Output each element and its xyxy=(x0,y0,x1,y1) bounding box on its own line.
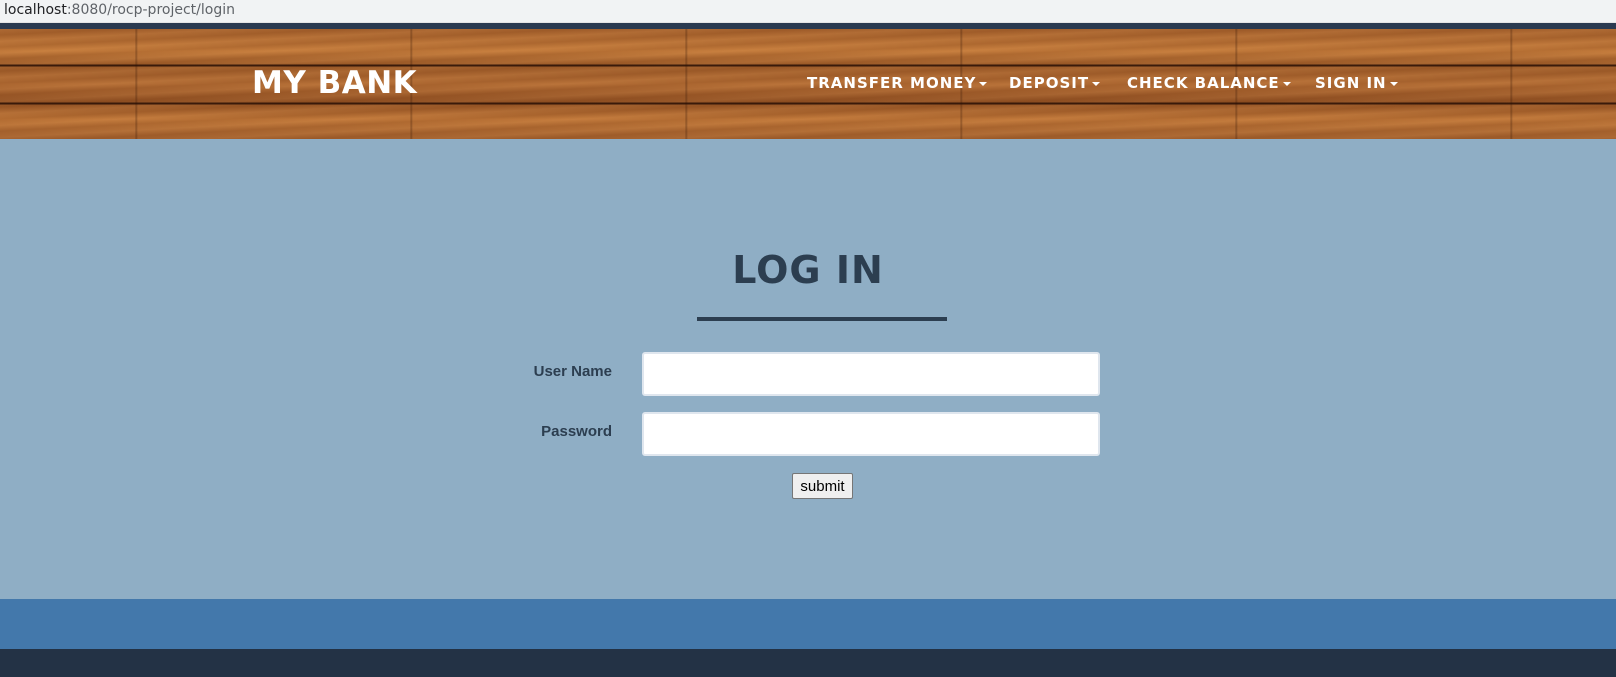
address-bar[interactable]: localhost:8080/rocp-project/login xyxy=(0,0,1616,23)
username-input[interactable] xyxy=(642,352,1100,396)
nav-sign-in-label: SIGN IN xyxy=(1315,74,1387,92)
login-section: LOG IN User Name Password submit xyxy=(0,139,1616,599)
footer-bottom xyxy=(0,649,1616,677)
title-divider xyxy=(697,317,947,321)
navbar: MY BANK TRANSFER MONEY DEPOSIT CHECK BAL… xyxy=(0,29,1616,139)
nav-transfer-money[interactable]: TRANSFER MONEY xyxy=(807,74,988,92)
caret-down-icon xyxy=(1092,81,1101,86)
brand-logo[interactable]: MY BANK xyxy=(252,65,417,101)
nav-check-balance-label: CHECK BALANCE xyxy=(1127,74,1280,92)
username-label: User Name xyxy=(533,363,612,380)
url-path: :8080/rocp-project/login xyxy=(66,2,235,18)
footer-band xyxy=(0,599,1616,649)
caret-down-icon xyxy=(979,81,988,86)
caret-down-icon xyxy=(1282,81,1291,86)
nav-deposit[interactable]: DEPOSIT xyxy=(1009,74,1101,92)
password-label: Password xyxy=(541,423,612,440)
url-host: localhost xyxy=(4,2,67,18)
nav-check-balance[interactable]: CHECK BALANCE xyxy=(1127,74,1291,92)
caret-down-icon xyxy=(1389,81,1398,86)
password-input[interactable] xyxy=(642,412,1100,456)
page-title: LOG IN xyxy=(732,248,884,292)
nav-deposit-label: DEPOSIT xyxy=(1009,74,1090,92)
nav-sign-in[interactable]: SIGN IN xyxy=(1315,74,1398,92)
submit-button[interactable]: submit xyxy=(792,473,853,499)
nav-transfer-money-label: TRANSFER MONEY xyxy=(807,74,977,92)
